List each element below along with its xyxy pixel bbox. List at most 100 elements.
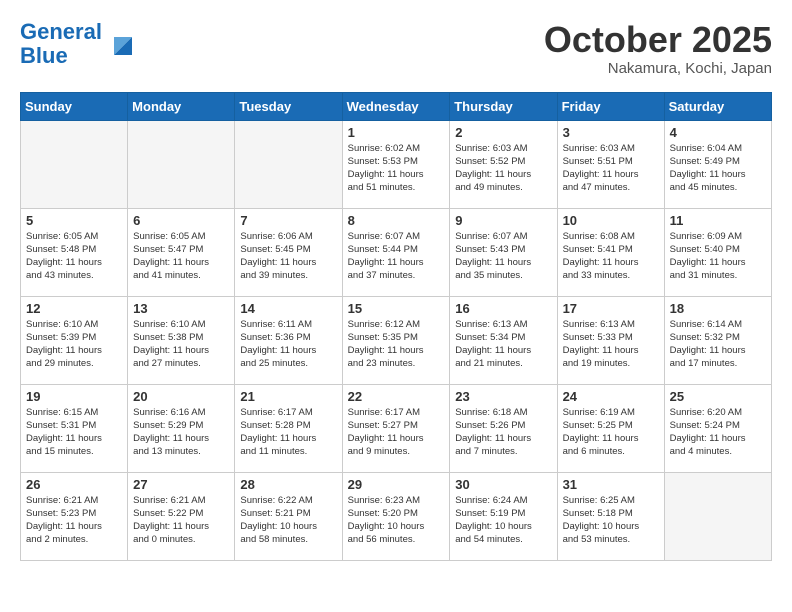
calendar-week-1: 1 Sunrise: 6:02 AM Sunset: 5:53 PM Daylig… <box>21 120 772 208</box>
day-number: 1 <box>348 125 445 140</box>
day-number: 21 <box>240 389 336 404</box>
calendar-cell: 12 Sunrise: 6:10 AM Sunset: 5:39 PM Dayli… <box>21 296 128 384</box>
day-info: Sunrise: 6:03 AM Sunset: 5:51 PM Dayligh… <box>563 142 659 195</box>
month-title: October 2025 <box>544 20 772 60</box>
day-number: 24 <box>563 389 659 404</box>
weekday-header-sunday: Sunday <box>21 92 128 120</box>
day-number: 5 <box>26 213 122 228</box>
day-info: Sunrise: 6:05 AM Sunset: 5:47 PM Dayligh… <box>133 230 229 283</box>
location-subtitle: Nakamura, Kochi, Japan <box>544 60 772 77</box>
page-header: General Blue October 2025 Nakamura, Koch… <box>20 20 772 77</box>
day-number: 20 <box>133 389 229 404</box>
day-info: Sunrise: 6:19 AM Sunset: 5:25 PM Dayligh… <box>563 406 659 459</box>
day-info: Sunrise: 6:06 AM Sunset: 5:45 PM Dayligh… <box>240 230 336 283</box>
day-info: Sunrise: 6:25 AM Sunset: 5:18 PM Dayligh… <box>563 494 659 547</box>
day-info: Sunrise: 6:18 AM Sunset: 5:26 PM Dayligh… <box>455 406 551 459</box>
calendar-cell: 28 Sunrise: 6:22 AM Sunset: 5:21 PM Dayli… <box>235 472 342 560</box>
weekday-header-row: SundayMondayTuesdayWednesdayThursdayFrid… <box>21 92 772 120</box>
day-info: Sunrise: 6:24 AM Sunset: 5:19 PM Dayligh… <box>455 494 551 547</box>
calendar-cell: 7 Sunrise: 6:06 AM Sunset: 5:45 PM Daylig… <box>235 208 342 296</box>
day-number: 10 <box>563 213 659 228</box>
day-info: Sunrise: 6:13 AM Sunset: 5:34 PM Dayligh… <box>455 318 551 371</box>
logo-blue: Blue <box>20 43 68 68</box>
day-info: Sunrise: 6:05 AM Sunset: 5:48 PM Dayligh… <box>26 230 122 283</box>
weekday-header-wednesday: Wednesday <box>342 92 450 120</box>
day-info: Sunrise: 6:08 AM Sunset: 5:41 PM Dayligh… <box>563 230 659 283</box>
day-number: 16 <box>455 301 551 316</box>
day-number: 7 <box>240 213 336 228</box>
calendar-week-4: 19Sunrise: 6:15 AM Sunset: 5:31 PM Dayli… <box>21 384 772 472</box>
calendar-cell <box>664 472 771 560</box>
calendar-cell: 5 Sunrise: 6:05 AM Sunset: 5:48 PM Daylig… <box>21 208 128 296</box>
calendar-cell: 3 Sunrise: 6:03 AM Sunset: 5:51 PM Daylig… <box>557 120 664 208</box>
day-number: 8 <box>348 213 445 228</box>
calendar-cell: 8 Sunrise: 6:07 AM Sunset: 5:44 PM Daylig… <box>342 208 450 296</box>
day-info: Sunrise: 6:09 AM Sunset: 5:40 PM Dayligh… <box>670 230 766 283</box>
day-number: 4 <box>670 125 766 140</box>
day-info: Sunrise: 6:07 AM Sunset: 5:44 PM Dayligh… <box>348 230 445 283</box>
day-info: Sunrise: 6:04 AM Sunset: 5:49 PM Dayligh… <box>670 142 766 195</box>
calendar-week-2: 5 Sunrise: 6:05 AM Sunset: 5:48 PM Daylig… <box>21 208 772 296</box>
day-info: Sunrise: 6:13 AM Sunset: 5:33 PM Dayligh… <box>563 318 659 371</box>
logo-icon <box>104 27 138 61</box>
calendar-cell <box>21 120 128 208</box>
calendar-cell: 24 Sunrise: 6:19 AM Sunset: 5:25 PM Dayli… <box>557 384 664 472</box>
calendar-cell <box>235 120 342 208</box>
day-info: Sunrise: 6:21 AM Sunset: 5:23 PM Dayligh… <box>26 494 122 547</box>
day-info: Sunrise: 6:02 AM Sunset: 5:53 PM Dayligh… <box>348 142 445 195</box>
day-number: 9 <box>455 213 551 228</box>
calendar-cell: 11Sunrise: 6:09 AM Sunset: 5:40 PM Dayli… <box>664 208 771 296</box>
day-number: 2 <box>455 125 551 140</box>
day-number: 31 <box>563 477 659 492</box>
calendar-cell: 14 Sunrise: 6:11 AM Sunset: 5:36 PM Dayli… <box>235 296 342 384</box>
logo-text: General Blue <box>20 20 102 68</box>
calendar-cell: 25Sunrise: 6:20 AM Sunset: 5:24 PM Dayli… <box>664 384 771 472</box>
day-number: 28 <box>240 477 336 492</box>
day-info: Sunrise: 6:16 AM Sunset: 5:29 PM Dayligh… <box>133 406 229 459</box>
title-block: October 2025 Nakamura, Kochi, Japan <box>544 20 772 77</box>
calendar-cell: 27Sunrise: 6:21 AM Sunset: 5:22 PM Dayli… <box>128 472 235 560</box>
day-info: Sunrise: 6:12 AM Sunset: 5:35 PM Dayligh… <box>348 318 445 371</box>
calendar-cell: 20 Sunrise: 6:16 AM Sunset: 5:29 PM Dayli… <box>128 384 235 472</box>
day-info: Sunrise: 6:03 AM Sunset: 5:52 PM Dayligh… <box>455 142 551 195</box>
day-info: Sunrise: 6:22 AM Sunset: 5:21 PM Dayligh… <box>240 494 336 547</box>
calendar-cell: 21 Sunrise: 6:17 AM Sunset: 5:28 PM Dayli… <box>235 384 342 472</box>
day-number: 3 <box>563 125 659 140</box>
day-info: Sunrise: 6:23 AM Sunset: 5:20 PM Dayligh… <box>348 494 445 547</box>
day-number: 30 <box>455 477 551 492</box>
day-info: Sunrise: 6:14 AM Sunset: 5:32 PM Dayligh… <box>670 318 766 371</box>
calendar-cell: 16 Sunrise: 6:13 AM Sunset: 5:34 PM Dayli… <box>450 296 557 384</box>
weekday-header-friday: Friday <box>557 92 664 120</box>
day-number: 15 <box>348 301 445 316</box>
calendar-cell: 4 Sunrise: 6:04 AM Sunset: 5:49 PM Daylig… <box>664 120 771 208</box>
calendar-cell: 22 Sunrise: 6:17 AM Sunset: 5:27 PM Dayli… <box>342 384 450 472</box>
day-number: 26 <box>26 477 122 492</box>
calendar-cell <box>128 120 235 208</box>
day-info: Sunrise: 6:10 AM Sunset: 5:39 PM Dayligh… <box>26 318 122 371</box>
calendar-cell: 1 Sunrise: 6:02 AM Sunset: 5:53 PM Daylig… <box>342 120 450 208</box>
calendar-week-3: 12 Sunrise: 6:10 AM Sunset: 5:39 PM Dayli… <box>21 296 772 384</box>
day-info: Sunrise: 6:17 AM Sunset: 5:28 PM Dayligh… <box>240 406 336 459</box>
day-number: 23 <box>455 389 551 404</box>
calendar-cell: 18Sunrise: 6:14 AM Sunset: 5:32 PM Dayli… <box>664 296 771 384</box>
day-info: Sunrise: 6:11 AM Sunset: 5:36 PM Dayligh… <box>240 318 336 371</box>
day-number: 22 <box>348 389 445 404</box>
logo: General Blue <box>20 20 138 68</box>
calendar-cell: 2 Sunrise: 6:03 AM Sunset: 5:52 PM Daylig… <box>450 120 557 208</box>
calendar-cell: 26 Sunrise: 6:21 AM Sunset: 5:23 PM Dayli… <box>21 472 128 560</box>
calendar-cell: 19Sunrise: 6:15 AM Sunset: 5:31 PM Dayli… <box>21 384 128 472</box>
calendar-cell: 17 Sunrise: 6:13 AM Sunset: 5:33 PM Dayli… <box>557 296 664 384</box>
day-number: 12 <box>26 301 122 316</box>
day-info: Sunrise: 6:17 AM Sunset: 5:27 PM Dayligh… <box>348 406 445 459</box>
day-number: 13 <box>133 301 229 316</box>
weekday-header-monday: Monday <box>128 92 235 120</box>
calendar-cell: 29Sunrise: 6:23 AM Sunset: 5:20 PM Dayli… <box>342 472 450 560</box>
day-number: 6 <box>133 213 229 228</box>
calendar-cell: 9Sunrise: 6:07 AM Sunset: 5:43 PM Daylig… <box>450 208 557 296</box>
calendar-cell: 31 Sunrise: 6:25 AM Sunset: 5:18 PM Dayli… <box>557 472 664 560</box>
day-info: Sunrise: 6:20 AM Sunset: 5:24 PM Dayligh… <box>670 406 766 459</box>
day-number: 17 <box>563 301 659 316</box>
day-info: Sunrise: 6:15 AM Sunset: 5:31 PM Dayligh… <box>26 406 122 459</box>
day-number: 14 <box>240 301 336 316</box>
weekday-header-thursday: Thursday <box>450 92 557 120</box>
